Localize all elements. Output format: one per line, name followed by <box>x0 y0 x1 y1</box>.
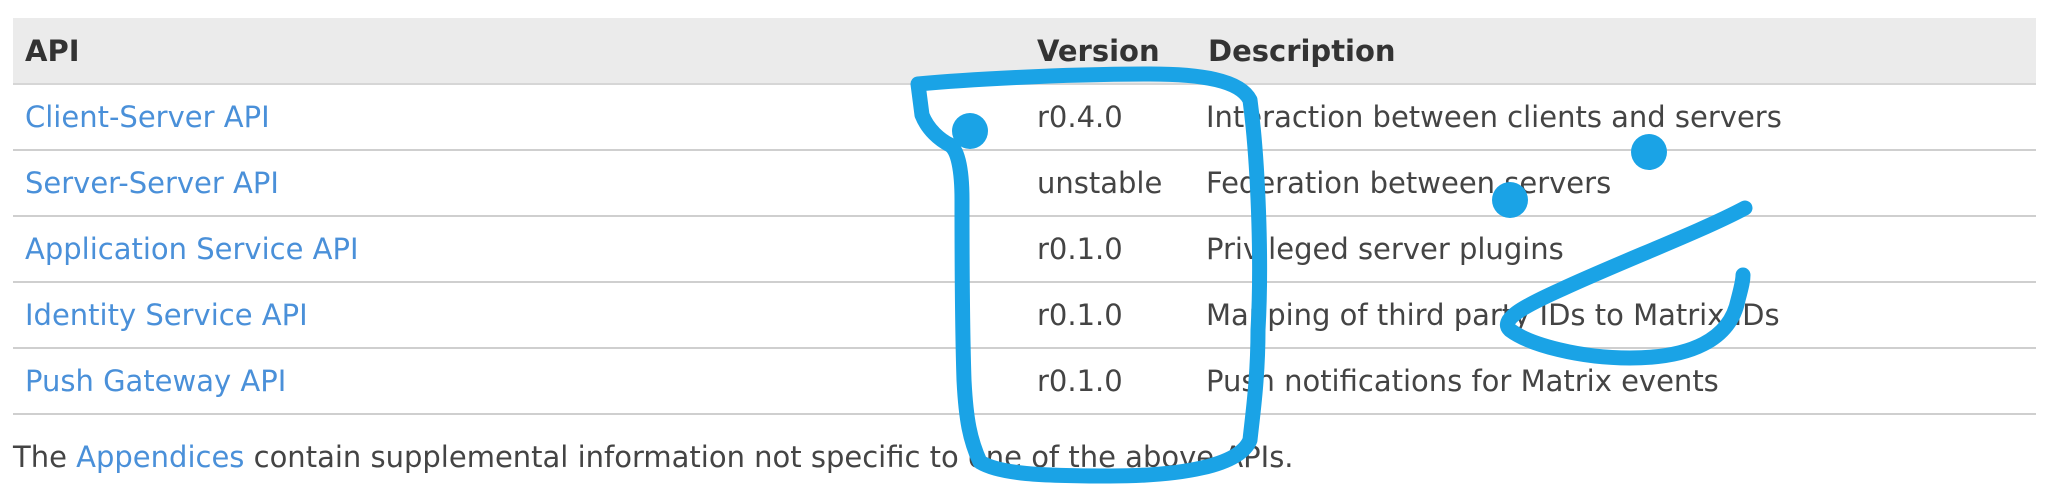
version-cell: r0.1.0 <box>1033 348 1196 415</box>
client-server-api-link[interactable]: Client-Server API <box>25 100 270 134</box>
table-body: Client-Server API r0.4.0 Interaction bet… <box>13 84 2036 415</box>
api-cell: Identity Service API <box>13 282 1033 349</box>
description-cell: Privileged server plugins <box>1196 216 2036 283</box>
api-cell: Push Gateway API <box>13 348 1033 415</box>
table-row: Client-Server API r0.4.0 Interaction bet… <box>13 84 2036 151</box>
application-service-api-link[interactable]: Application Service API <box>25 232 359 266</box>
header-description: Description <box>1196 18 2036 85</box>
api-cell: Client-Server API <box>13 84 1033 151</box>
version-cell: unstable <box>1033 150 1196 217</box>
push-gateway-api-link[interactable]: Push Gateway API <box>25 364 286 398</box>
table-header: API Version Description <box>13 18 2036 85</box>
table-row: Application Service API r0.1.0 Privilege… <box>13 216 2036 283</box>
version-cell: r0.1.0 <box>1033 282 1196 349</box>
description-cell: Interaction between clients and servers <box>1196 84 2036 151</box>
table-row: Push Gateway API r0.1.0 Push notificatio… <box>13 348 2036 415</box>
table-row: Identity Service API r0.1.0 Mapping of t… <box>13 282 2036 349</box>
server-server-api-link[interactable]: Server-Server API <box>25 166 279 200</box>
note-suffix: contain supplemental information not spe… <box>253 440 1294 474</box>
identity-service-api-link[interactable]: Identity Service API <box>25 298 308 332</box>
version-cell: r0.4.0 <box>1033 84 1196 151</box>
table-row: Server-Server API unstable Federation be… <box>13 150 2036 217</box>
description-cell: Push notifications for Matrix events <box>1196 348 2036 415</box>
header-api: API <box>13 18 1033 85</box>
api-cell: Server-Server API <box>13 150 1033 217</box>
description-cell: Mapping of third party IDs to Matrix IDs <box>1196 282 2036 349</box>
header-row: API Version Description <box>13 18 2036 85</box>
description-cell: Federation between servers <box>1196 150 2036 217</box>
api-table: API Version Description Client-Server AP… <box>13 18 2036 415</box>
api-cell: Application Service API <box>13 216 1033 283</box>
version-cell: r0.1.0 <box>1033 216 1196 283</box>
header-version: Version <box>1033 18 1196 85</box>
appendices-note: The Appendices contain supplemental info… <box>13 440 1294 474</box>
appendices-link[interactable]: Appendices <box>76 440 244 474</box>
note-prefix: The <box>13 440 67 474</box>
